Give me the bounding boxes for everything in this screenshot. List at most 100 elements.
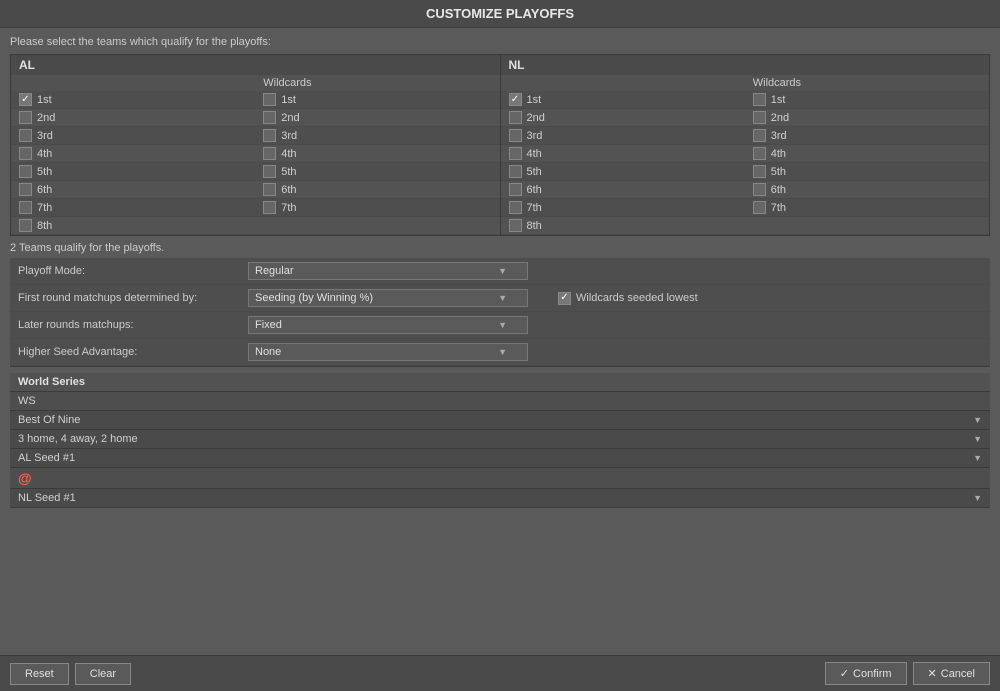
al-main-4-checkbox[interactable]: [19, 147, 32, 160]
al-wild-2-label: 2nd: [281, 112, 299, 124]
reset-button[interactable]: Reset: [10, 663, 69, 685]
al-wild-4-checkbox[interactable]: [263, 147, 276, 160]
nl-main-6-checkbox[interactable]: [509, 183, 522, 196]
higher-seed-dropdown[interactable]: None ▼: [248, 343, 528, 361]
al-wild-5-label: 5th: [281, 166, 296, 178]
higher-seed-value: None: [255, 346, 281, 358]
al-wild-3-label: 3rd: [281, 130, 297, 142]
al-main-5-checkbox[interactable]: [19, 165, 32, 178]
al-main-3-checkbox[interactable]: [19, 129, 32, 142]
al-main-8-label: 8th: [37, 220, 52, 232]
nl-seed-row-1: 1st 1st: [501, 91, 990, 109]
al-wild-7-label: 7th: [281, 202, 296, 214]
al-main-5-label: 5th: [37, 166, 52, 178]
team2-value: NL Seed #1: [18, 492, 76, 504]
footer: Reset Clear ✓ Confirm ✕ Cancel: [0, 655, 1000, 691]
nl-main-5-label: 5th: [527, 166, 542, 178]
series-abbrev-row: WS: [10, 392, 990, 411]
al-seed-row-8: 8th: [11, 217, 500, 235]
later-rounds-dropdown[interactable]: Fixed ▼: [248, 316, 528, 334]
al-wildcards-label: Wildcards: [255, 75, 499, 91]
nl-main-2-label: 2nd: [527, 112, 545, 124]
nl-main-8-label: 8th: [527, 220, 542, 232]
nl-main-5-checkbox[interactable]: [509, 165, 522, 178]
nl-main-2-checkbox[interactable]: [509, 111, 522, 124]
team2-row[interactable]: NL Seed #1 ▼: [10, 489, 990, 508]
nl-wild-3-checkbox[interactable]: [753, 129, 766, 142]
nl-wild-7-label: 7th: [771, 202, 786, 214]
later-rounds-label: Later rounds matchups:: [18, 319, 238, 331]
al-seed-row-6: 6th 6th: [11, 181, 500, 199]
chevron-down-icon: ▼: [973, 434, 982, 444]
al-seed-row-4: 4th 4th: [11, 145, 500, 163]
al-main-2-checkbox[interactable]: [19, 111, 32, 124]
al-wild-1-checkbox[interactable]: [263, 93, 276, 106]
checkmark-icon: ✓: [840, 667, 849, 680]
dialog-title: CUSTOMIZE PLAYOFFS: [0, 0, 1000, 28]
playoff-mode-value: Regular: [255, 265, 294, 277]
al-wild-5-checkbox[interactable]: [263, 165, 276, 178]
al-main-7-label: 7th: [37, 202, 52, 214]
cancel-button[interactable]: ✕ Cancel: [913, 662, 990, 685]
nl-wild-5-checkbox[interactable]: [753, 165, 766, 178]
playoff-mode-label: Playoff Mode:: [18, 265, 238, 277]
al-main-6-label: 6th: [37, 184, 52, 196]
best-of-row[interactable]: Best Of Nine ▼: [10, 411, 990, 430]
al-seed-row-2: 2nd 2nd: [11, 109, 500, 127]
al-seed-row-7: 7th 7th: [11, 199, 500, 217]
nl-seed-row-7: 7th 7th: [501, 199, 990, 217]
confirm-button[interactable]: ✓ Confirm: [825, 662, 907, 685]
nl-main-4-label: 4th: [527, 148, 542, 160]
higher-seed-row: Higher Seed Advantage: None ▼: [10, 339, 990, 366]
format-value: 3 home, 4 away, 2 home: [18, 433, 138, 445]
nl-wild-2-label: 2nd: [771, 112, 789, 124]
nl-main-4-checkbox[interactable]: [509, 147, 522, 160]
al-seed-row-5: 5th 5th: [11, 163, 500, 181]
wildcards-seeded-label: Wildcards seeded lowest: [576, 292, 698, 304]
al-main-1-checkbox[interactable]: [19, 93, 32, 106]
customize-playoffs-dialog: CUSTOMIZE PLAYOFFS Please select the tea…: [0, 0, 1000, 691]
later-rounds-row: Later rounds matchups: Fixed ▼: [10, 312, 990, 339]
team1-row[interactable]: AL Seed #1 ▼: [10, 449, 990, 468]
al-main-8-checkbox[interactable]: [19, 219, 32, 232]
al-league-block: AL Wildcards 1st 1st: [11, 55, 501, 235]
al-wild-6-checkbox[interactable]: [263, 183, 276, 196]
higher-seed-label: Higher Seed Advantage:: [18, 346, 238, 358]
nl-wild-4-checkbox[interactable]: [753, 147, 766, 160]
first-round-dropdown[interactable]: Seeding (by Winning %) ▼: [248, 289, 528, 307]
nl-main-7-checkbox[interactable]: [509, 201, 522, 214]
al-wild-3-checkbox[interactable]: [263, 129, 276, 142]
al-wild-7-checkbox[interactable]: [263, 201, 276, 214]
nl-main-1-label: 1st: [527, 94, 542, 106]
cancel-label: Cancel: [941, 668, 975, 680]
wildcards-seeded-checkbox[interactable]: [558, 292, 571, 305]
nl-main-8-checkbox[interactable]: [509, 219, 522, 232]
al-seed-row-3: 3rd 3rd: [11, 127, 500, 145]
nl-seed-row-2: 2nd 2nd: [501, 109, 990, 127]
best-of-value: Best Of Nine: [18, 414, 80, 426]
nl-main-7-label: 7th: [527, 202, 542, 214]
nl-wild-7-checkbox[interactable]: [753, 201, 766, 214]
nl-wild-6-label: 6th: [771, 184, 786, 196]
nl-league-block: NL Wildcards 1st 1st: [501, 55, 990, 235]
al-main-6-checkbox[interactable]: [19, 183, 32, 196]
al-wild-2-checkbox[interactable]: [263, 111, 276, 124]
al-main-7-checkbox[interactable]: [19, 201, 32, 214]
nl-main-6-label: 6th: [527, 184, 542, 196]
series-header: World Series: [10, 373, 990, 392]
nl-main-1-checkbox[interactable]: [509, 93, 522, 106]
nl-wild-5-label: 5th: [771, 166, 786, 178]
nl-wild-2-checkbox[interactable]: [753, 111, 766, 124]
chevron-down-icon: ▼: [498, 347, 507, 357]
later-rounds-value: Fixed: [255, 319, 282, 331]
nl-wild-1-checkbox[interactable]: [753, 93, 766, 106]
nl-main-3-checkbox[interactable]: [509, 129, 522, 142]
al-header: AL: [11, 55, 500, 75]
confirm-label: Confirm: [853, 668, 892, 680]
clear-button[interactable]: Clear: [75, 663, 131, 685]
format-row[interactable]: 3 home, 4 away, 2 home ▼: [10, 430, 990, 449]
playoff-mode-dropdown[interactable]: Regular ▼: [248, 262, 528, 280]
nl-wild-6-checkbox[interactable]: [753, 183, 766, 196]
nl-header: NL: [501, 55, 990, 75]
al-wildcards-header: Wildcards: [11, 75, 500, 91]
